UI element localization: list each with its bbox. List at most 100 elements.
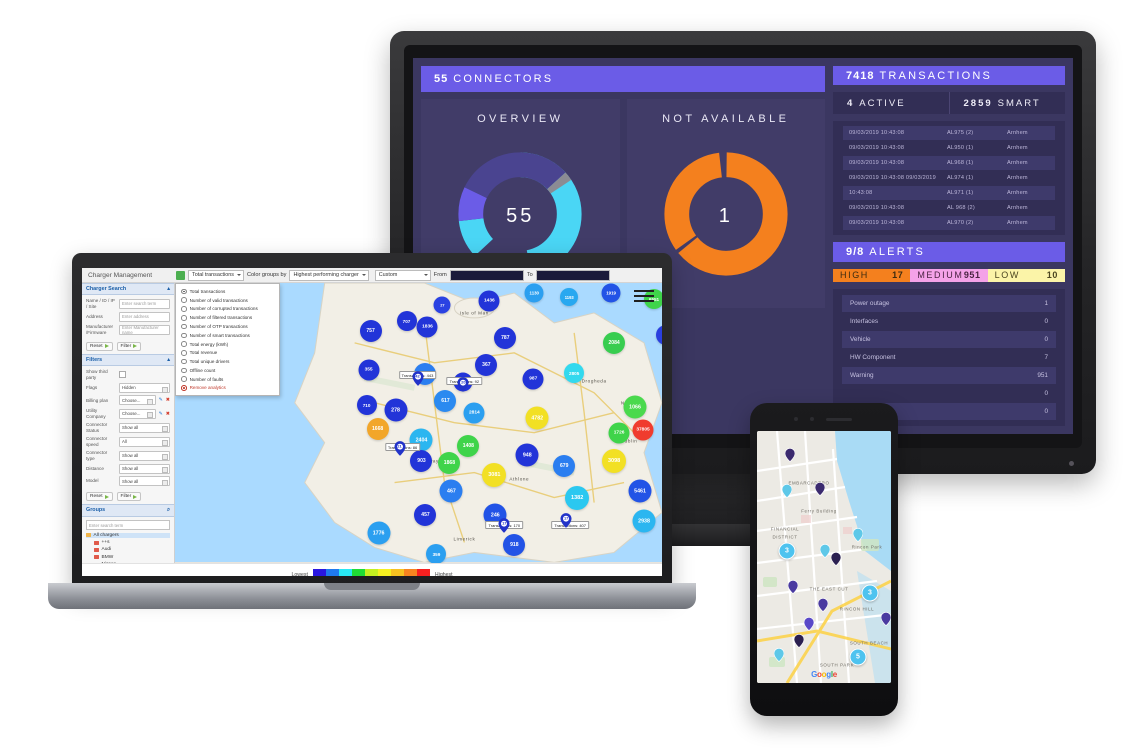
phone-cluster-badge[interactable]: 3 [778, 542, 796, 560]
map-bubble[interactable]: 3081 [482, 463, 507, 487]
map-bubble[interactable]: 27 [433, 296, 451, 314]
dropdown-option[interactable]: Total energy (kWh) [176, 340, 279, 349]
map-bubble[interactable]: 948 [515, 443, 539, 467]
filter-select[interactable]: Hidden [119, 382, 170, 393]
map-bubble[interactable]: 1836 [416, 316, 438, 338]
apply-filters-button[interactable]: Filter [116, 492, 142, 502]
map-bubble[interactable]: 37805 [632, 419, 654, 441]
map-bubble[interactable]: 987 [522, 368, 544, 390]
map-bubble[interactable]: 367 [475, 354, 498, 376]
map-bubble[interactable]: 1066 [623, 395, 647, 419]
map-bubble[interactable]: 1408 [457, 435, 480, 457]
filter-select[interactable]: All [119, 436, 170, 447]
filter-select[interactable]: Choose... [119, 408, 156, 419]
collapse-icon[interactable]: ▴ [167, 286, 170, 292]
map-pin[interactable]: 17 [560, 513, 572, 533]
filter-checkbox[interactable] [119, 371, 126, 379]
phone-map-pin[interactable] [817, 598, 829, 617]
tree-item[interactable]: ++s [86, 540, 170, 545]
dropdown-option[interactable]: Total unique drivers [176, 357, 279, 366]
map-bubble[interactable]: 707 [396, 311, 417, 331]
metric-select[interactable]: Total transactions [188, 269, 244, 281]
filter-select[interactable]: Show all [119, 476, 170, 487]
phone-map-pin[interactable] [781, 484, 793, 503]
filter-select[interactable]: Show all [119, 463, 170, 474]
map-bubble[interactable]: 2938 [632, 509, 656, 533]
map-bubble[interactable]: 355 [358, 359, 380, 381]
dropdown-option[interactable]: Offline count [176, 366, 279, 375]
phone-map-pin[interactable] [814, 482, 826, 501]
map-bubble[interactable]: 1382 [565, 486, 590, 510]
filter-select[interactable]: Choose... [119, 395, 156, 406]
map-bubble[interactable]: 710 [356, 395, 377, 415]
filters-header[interactable]: Filters ▴ [82, 353, 174, 366]
phone-map-pin[interactable] [773, 648, 785, 667]
edit-icon[interactable]: ✎ [159, 397, 163, 403]
map-bubble[interactable]: 2805 [564, 363, 585, 383]
dropdown-option[interactable]: Total transactions [176, 287, 279, 296]
dropdown-option[interactable]: Number of OTP transactions [176, 322, 279, 331]
tree-item[interactable]: Nissan [86, 562, 170, 563]
phone-map-pin[interactable] [830, 552, 842, 571]
map-bubble[interactable]: 1776 [367, 521, 391, 545]
map-bubble[interactable]: 679 [553, 455, 576, 477]
menu-icon[interactable] [634, 290, 654, 304]
severity-medium[interactable]: MEDIUM 951 [910, 268, 988, 282]
map-bubble[interactable]: 1668 [366, 418, 389, 440]
edit-icon[interactable]: ✎ [159, 411, 163, 417]
severity-high[interactable]: HIGH 17 [833, 268, 911, 282]
clear-icon[interactable]: ✖ [166, 411, 170, 417]
map-bubble[interactable]: 2084 [603, 332, 626, 354]
phone-map-pin[interactable] [787, 580, 799, 599]
tree-root-item[interactable]: All chargers [86, 532, 170, 538]
dropdown-option[interactable]: Number of smart transactions [176, 331, 279, 340]
map-bubble[interactable]: 467 [439, 479, 463, 503]
dropdown-option[interactable]: Number of corrupted transactions [176, 305, 279, 314]
phone-cluster-badge[interactable]: 5 [849, 648, 867, 666]
groups-search-input[interactable]: Enter search term [86, 520, 170, 531]
to-date-input[interactable] [535, 269, 610, 281]
map-bubble[interactable]: 757 [359, 320, 382, 342]
dropdown-option[interactable]: Number of faults [176, 375, 279, 384]
dropdown-option[interactable]: Remove analytics [176, 384, 279, 393]
map-bubble[interactable]: 1868 [438, 452, 461, 474]
dropdown-option[interactable]: Number of filtered transactions [176, 313, 279, 322]
tree-item[interactable]: Audi [86, 547, 170, 552]
phone-map-pin[interactable] [880, 612, 891, 631]
clear-icon[interactable]: ✖ [166, 397, 170, 403]
map-bubble[interactable]: 4782 [525, 406, 549, 430]
reset-button[interactable]: Reset [86, 341, 113, 351]
map-pin[interactable]: 21 [394, 441, 406, 461]
map-container[interactable]: Isle of ManGalwayDublinDroghedaAthloneNa… [175, 283, 662, 563]
search-icon[interactable]: ⌕ [167, 507, 170, 514]
phone-map-pin[interactable] [852, 528, 864, 547]
map-bubble[interactable]: 1193 [560, 288, 579, 306]
phone-map-pin[interactable] [803, 617, 815, 636]
map-bubble[interactable]: 903 [410, 450, 433, 472]
filter-select[interactable]: Show all [119, 450, 170, 461]
map-bubble[interactable]: 457 [414, 504, 437, 526]
map-bubble[interactable]: 787 [494, 327, 517, 349]
map-bubble[interactable]: 3098 [602, 449, 627, 473]
phone-map-pin[interactable] [793, 634, 805, 653]
tree-item[interactable]: BMW [86, 555, 170, 560]
map-bubble[interactable]: 2814 [463, 402, 485, 424]
severity-low[interactable]: LOW 10 [987, 268, 1065, 282]
from-date-input[interactable] [449, 269, 524, 281]
search-input[interactable]: Enter Manufacturer name [119, 325, 170, 336]
search-input[interactable]: Enter address [119, 311, 170, 322]
search-input[interactable]: Enter search term [119, 298, 170, 309]
dropdown-option[interactable]: Total revenue [176, 348, 279, 357]
filter-select[interactable]: Show all [119, 422, 170, 433]
color-groups-select[interactable]: Highest performing charger [289, 269, 369, 281]
map-bubble[interactable]: 5461 [628, 479, 652, 503]
groups-header[interactable]: Groups ⌕ [82, 504, 174, 518]
filter-button[interactable]: Filter [116, 341, 142, 351]
phone-map-pin[interactable] [784, 448, 796, 467]
map-bubble[interactable]: 1919 [601, 283, 621, 303]
map-bubble[interactable]: 1436 [478, 290, 500, 312]
range-select[interactable]: Custom [374, 269, 431, 281]
phone-cluster-badge[interactable]: 3 [861, 584, 879, 602]
map-bubble[interactable]: 359 [426, 544, 447, 563]
map-bubble[interactable]: 1130 [524, 283, 544, 303]
